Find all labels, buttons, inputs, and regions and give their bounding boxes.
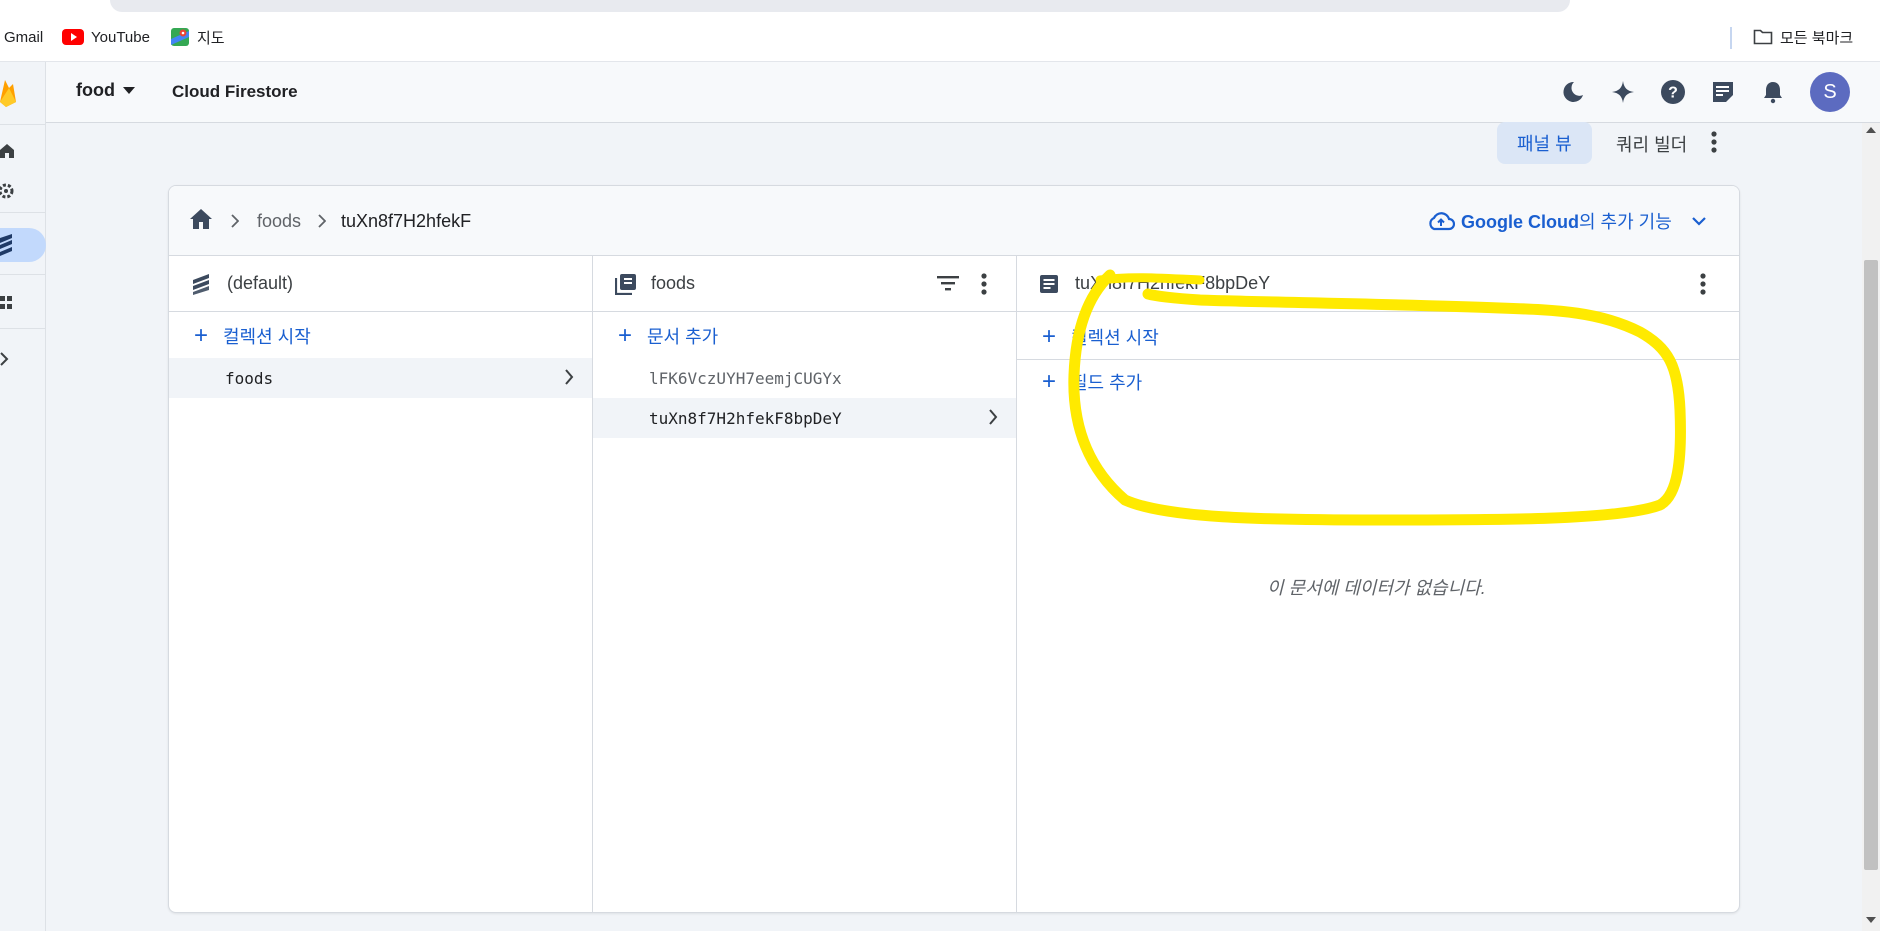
plus-icon: + bbox=[193, 322, 208, 349]
apps-grid-icon[interactable] bbox=[0, 286, 40, 320]
bookmarks-bar: Gmail YouTube 지도 모든 북마크 bbox=[0, 12, 1880, 62]
google-cloud-label: Google Cloud bbox=[1461, 212, 1579, 232]
collection-column-header: foods bbox=[593, 256, 1016, 312]
more-vert-icon[interactable] bbox=[1699, 272, 1707, 296]
add-document-label: 문서 추가 bbox=[647, 327, 719, 347]
rail-divider bbox=[0, 124, 46, 125]
database-icon bbox=[191, 273, 215, 295]
rail-divider bbox=[0, 274, 46, 275]
empty-document-message: 이 문서에 데이터가 없습니다. bbox=[1267, 578, 1486, 598]
panel-view-button[interactable]: 패널 뷰 bbox=[1497, 122, 1592, 164]
database-column: (default) + 컬렉션 시작 foods bbox=[169, 256, 593, 912]
rail-divider bbox=[0, 328, 46, 329]
maps-icon bbox=[170, 27, 190, 47]
product-title: Cloud Firestore bbox=[172, 82, 298, 101]
query-builder-button[interactable]: 쿼리 빌더 bbox=[1596, 123, 1707, 165]
add-field-button[interactable]: + 필드 추가 bbox=[1017, 360, 1739, 404]
scroll-down-arrow-icon[interactable] bbox=[1866, 917, 1876, 923]
all-bookmarks[interactable]: 모든 북마크 bbox=[1753, 25, 1853, 49]
dropdown-arrow-icon bbox=[122, 86, 135, 95]
app-header: food Cloud Firestore ? S bbox=[46, 62, 1880, 123]
database-column-header: (default) bbox=[169, 256, 592, 312]
document-title: tuXn8f7H2hfekF8bpDeY bbox=[1075, 273, 1271, 293]
notifications-icon[interactable] bbox=[1760, 79, 1786, 105]
bookmark-maps-label: 지도 bbox=[197, 29, 225, 47]
folder-icon bbox=[1753, 28, 1773, 46]
document-item-label: lFK6VczUYH7eemjCUGYx bbox=[649, 368, 842, 388]
document-item[interactable]: lFK6VczUYH7eemjCUGYx bbox=[593, 358, 1016, 398]
breadcrumb-item-document[interactable]: tuXn8f7H2hfekF bbox=[341, 211, 471, 232]
start-collection-button[interactable]: + 컬렉션 시작 bbox=[169, 314, 592, 358]
dark-mode-icon[interactable] bbox=[1560, 79, 1586, 105]
chevron-down-icon bbox=[1692, 216, 1706, 226]
start-subcollection-label: 컬렉션 시작 bbox=[1071, 327, 1159, 348]
home-icon[interactable] bbox=[0, 134, 40, 168]
document-icon bbox=[1039, 274, 1063, 294]
firestore-nav-icon[interactable] bbox=[0, 228, 46, 262]
breadcrumb: foods tuXn8f7H2hfekF Google Cloud의 추가 기능 bbox=[169, 186, 1739, 256]
bookmark-gmail[interactable]: Gmail bbox=[4, 25, 43, 49]
chevron-right-icon bbox=[318, 214, 326, 228]
rail-divider bbox=[0, 212, 46, 213]
avatar-initial: S bbox=[1823, 80, 1837, 103]
collection-title: foods bbox=[651, 273, 696, 293]
bookmark-maps[interactable]: 지도 bbox=[170, 25, 225, 49]
help-icon[interactable]: ? bbox=[1660, 79, 1686, 105]
scroll-up-arrow-icon[interactable] bbox=[1866, 127, 1876, 133]
browser-top-strip bbox=[0, 0, 1880, 12]
add-field-label: 필드 추가 bbox=[1071, 373, 1143, 393]
collection-item-foods[interactable]: foods bbox=[169, 358, 592, 398]
chevron-right-icon bbox=[988, 408, 998, 426]
collection-item-label: foods bbox=[225, 368, 274, 388]
gemini-sparkle-icon[interactable] bbox=[1610, 79, 1636, 105]
svg-text:?: ? bbox=[1668, 85, 1678, 102]
bookmark-gmail-label: Gmail bbox=[4, 28, 44, 46]
document-item-label: tuXn8f7H2hfekF8bpDeY bbox=[649, 408, 842, 428]
collection-icon bbox=[615, 273, 639, 295]
plus-icon: + bbox=[1041, 368, 1056, 395]
address-bar[interactable] bbox=[110, 0, 1570, 12]
plus-icon: + bbox=[1041, 322, 1056, 350]
document-item-selected[interactable]: tuXn8f7H2hfekF8bpDeY bbox=[593, 398, 1016, 438]
bookmark-youtube-label: YouTube bbox=[91, 28, 150, 46]
more-vert-icon[interactable] bbox=[980, 272, 988, 296]
plus-icon: + bbox=[617, 322, 632, 349]
bookmarks-separator bbox=[1730, 27, 1732, 49]
query-builder-label: 쿼리 빌더 bbox=[1616, 135, 1688, 155]
start-collection-label: 컬렉션 시작 bbox=[223, 327, 311, 347]
bookmark-youtube[interactable]: YouTube bbox=[62, 25, 150, 49]
settings-icon[interactable] bbox=[0, 174, 40, 208]
more-vert-icon[interactable] bbox=[1710, 130, 1718, 154]
collection-column: foods + 문서 추가 lFK6VczUYH7eemjCUGYx tuXn8… bbox=[593, 256, 1017, 912]
chevron-right-icon bbox=[231, 214, 239, 228]
google-cloud-suffix: 의 추가 기능 bbox=[1578, 212, 1672, 232]
breadcrumb-item-foods[interactable]: foods bbox=[257, 211, 301, 232]
google-cloud-extras-button[interactable]: Google Cloud의 추가 기능 bbox=[1427, 208, 1706, 234]
avatar[interactable]: S bbox=[1810, 72, 1850, 112]
panel-view-label: 패널 뷰 bbox=[1517, 134, 1572, 154]
youtube-icon bbox=[62, 29, 84, 45]
breadcrumb-home-icon[interactable] bbox=[189, 208, 213, 230]
document-column-header: tuXn8f7H2hfekF8bpDeY bbox=[1017, 256, 1739, 312]
firestore-data-panel: foods tuXn8f7H2hfekF Google Cloud의 추가 기능… bbox=[168, 185, 1740, 913]
add-document-button[interactable]: + 문서 추가 bbox=[593, 314, 1016, 358]
left-rail bbox=[0, 62, 46, 931]
filter-icon[interactable] bbox=[936, 272, 960, 294]
all-bookmarks-label: 모든 북마크 bbox=[1780, 29, 1854, 47]
start-subcollection-button[interactable]: + 컬렉션 시작 bbox=[1017, 314, 1739, 360]
project-selector[interactable]: food bbox=[76, 80, 135, 101]
chevron-right-icon bbox=[564, 368, 574, 386]
cloud-icon bbox=[1427, 211, 1455, 231]
release-notes-icon[interactable] bbox=[1710, 79, 1736, 105]
scrollbar-thumb[interactable] bbox=[1864, 260, 1878, 870]
database-title: (default) bbox=[227, 273, 294, 293]
project-name: food bbox=[76, 80, 115, 100]
expand-rail-icon[interactable] bbox=[0, 342, 40, 376]
firebase-logo-icon[interactable] bbox=[0, 78, 16, 108]
